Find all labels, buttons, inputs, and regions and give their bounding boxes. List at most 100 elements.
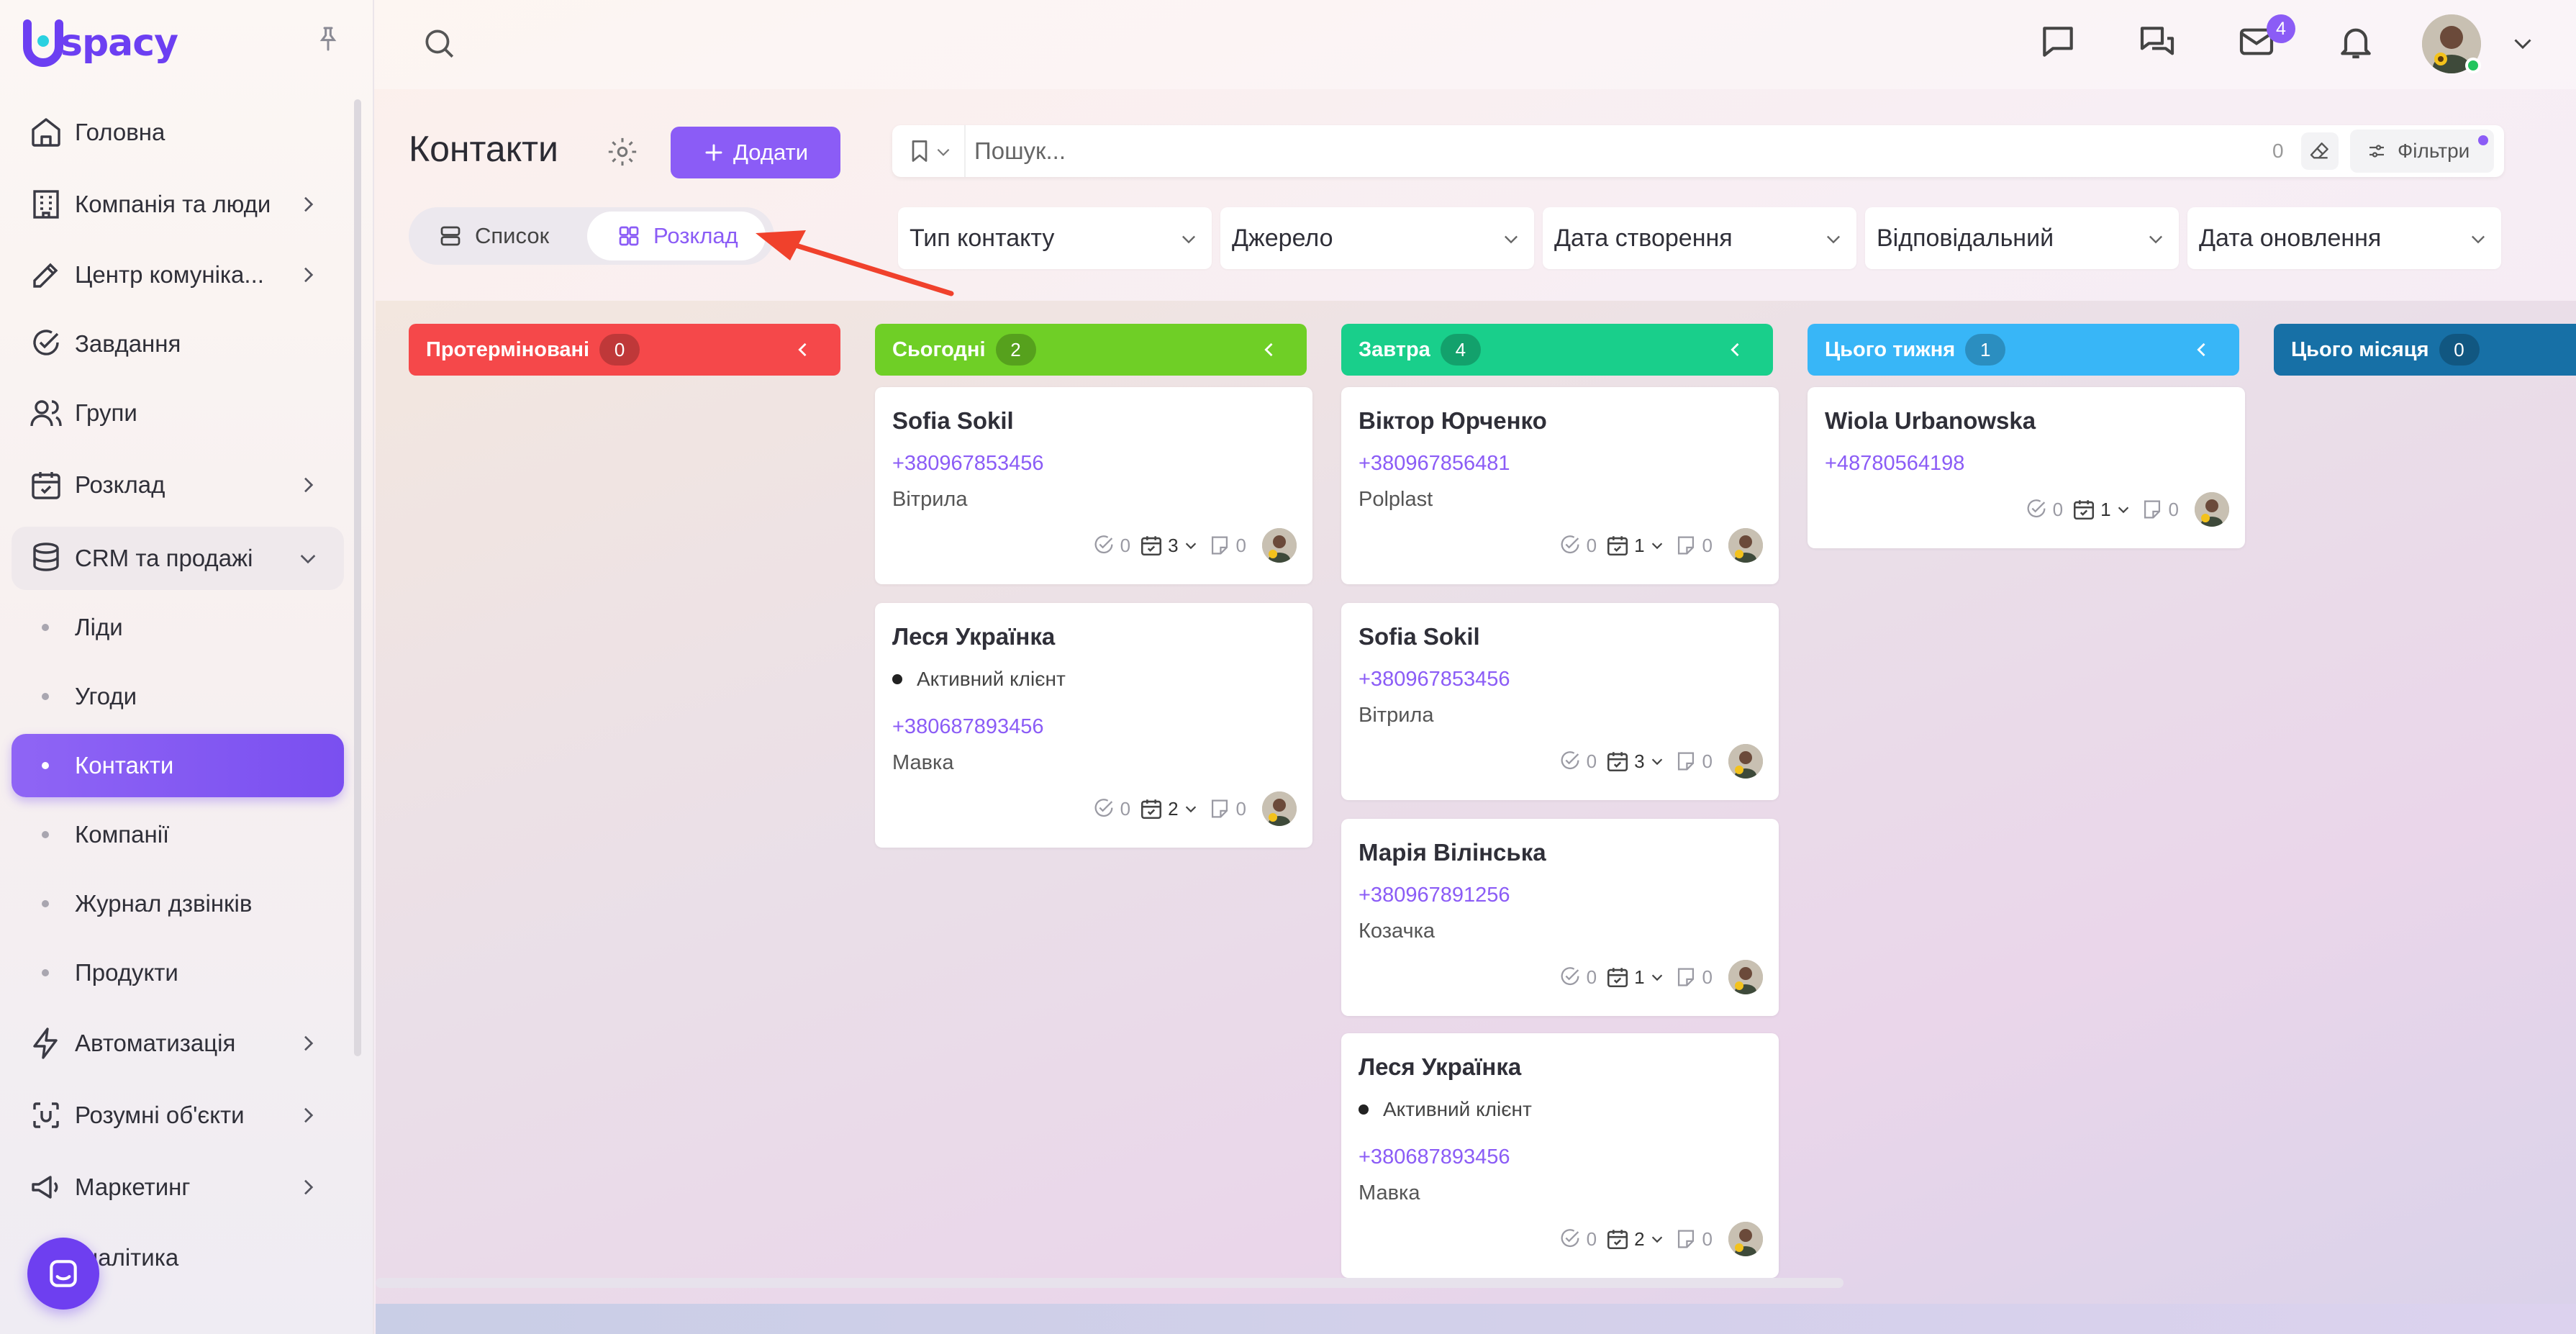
assignee-avatar[interactable] (1728, 528, 1763, 563)
contact-phone[interactable]: +380967853456 (1359, 668, 1510, 691)
contact-card[interactable]: Леся Українка Активний клієнт +380687893… (875, 603, 1312, 848)
chevron-down-icon[interactable] (934, 142, 953, 161)
notes-counter[interactable]: 0 (1207, 533, 1246, 558)
column-header-overdue[interactable]: Протерміновані 0 (409, 324, 840, 376)
events-counter[interactable]: 2 (1139, 797, 1198, 821)
filters-button[interactable]: Фільтри (2350, 130, 2494, 173)
tasks-counter[interactable]: 0 (1558, 533, 1597, 558)
sidebar-item-automation[interactable]: Автоматизація (12, 1012, 344, 1075)
events-counter[interactable]: 1 (2072, 497, 2131, 522)
tasks-counter[interactable]: 0 (1558, 965, 1597, 989)
add-button[interactable]: Додати (671, 127, 840, 178)
assignee-avatar[interactable] (2195, 492, 2229, 527)
sidebar-subitem-companies[interactable]: Компанії (12, 803, 344, 866)
assignee-avatar[interactable] (1728, 1222, 1763, 1256)
contact-phone[interactable]: +380967891256 (1359, 884, 1510, 907)
avatar-image-icon (1728, 744, 1763, 779)
events-counter[interactable]: 3 (1605, 749, 1664, 773)
events-counter[interactable]: 3 (1139, 533, 1198, 558)
contact-phone[interactable]: +380687893456 (892, 715, 1043, 739)
notes-counter[interactable]: 0 (1674, 533, 1713, 558)
column-header-today[interactable]: Сьогодні 2 (875, 324, 1307, 376)
chats-icon[interactable] (2137, 22, 2177, 62)
sidebar-scrollbar[interactable] (354, 99, 361, 1056)
notes-counter[interactable]: 0 (1674, 749, 1713, 773)
tasks-count: 0 (1120, 534, 1131, 556)
assignee-avatar[interactable] (1728, 744, 1763, 779)
notes-counter[interactable]: 0 (1674, 1227, 1713, 1251)
sidebar-subitem-call-log[interactable]: Журнал дзвінків (12, 872, 344, 935)
contact-card[interactable]: Sofia Sokil +380967853456 Вітрила 0 3 0 (875, 387, 1312, 584)
sidebar-item-smart-objects[interactable]: Розумні об'єкти (12, 1084, 344, 1147)
sidebar-item-tasks[interactable]: Завдання (12, 312, 344, 376)
tasks-counter[interactable]: 0 (1092, 533, 1130, 558)
bookmark-icon[interactable] (907, 138, 933, 164)
assignee-avatar[interactable] (1262, 791, 1297, 826)
notes-counter[interactable]: 0 (1674, 965, 1713, 989)
message-icon[interactable] (2038, 22, 2078, 62)
tasks-counter[interactable]: 0 (1558, 749, 1597, 773)
eraser-icon (2310, 142, 2328, 159)
events-counter[interactable]: 2 (1605, 1227, 1664, 1251)
clear-search-button[interactable] (2301, 132, 2339, 170)
chevron-left-icon[interactable] (793, 340, 813, 360)
search-input[interactable] (974, 134, 2198, 168)
assignee-avatar[interactable] (1262, 528, 1297, 563)
sidebar-subitem-leads[interactable]: Ліди (12, 596, 344, 659)
sidebar-item-marketing[interactable]: Маркетинг (12, 1156, 344, 1219)
filter-responsible[interactable]: Відповідальний (1865, 207, 2179, 269)
column-header-this-week[interactable]: Цього тижня 1 (1808, 324, 2239, 376)
column-header-tomorrow[interactable]: Завтра 4 (1341, 324, 1773, 376)
gear-icon[interactable] (606, 135, 639, 168)
contact-card[interactable]: Марія Вілінська +380967891256 Козачка 0 … (1341, 819, 1779, 1016)
contact-phone[interactable]: +380687893456 (1359, 1145, 1510, 1169)
column-header-this-month[interactable]: Цього місяця 0 (2274, 324, 2576, 376)
events-counter[interactable]: 1 (1605, 965, 1664, 989)
chevron-left-icon[interactable] (2192, 340, 2212, 360)
pin-icon[interactable] (314, 24, 343, 53)
filter-source[interactable]: Джерело (1220, 207, 1534, 269)
contact-card[interactable]: Леся Українка Активний клієнт +380687893… (1341, 1033, 1779, 1278)
sidebar-item-communications[interactable]: Центр комуніка... (12, 243, 344, 307)
chevron-down-icon[interactable] (2510, 30, 2536, 56)
chevron-left-icon[interactable] (1259, 340, 1279, 360)
events-counter[interactable]: 1 (1605, 533, 1664, 558)
chevron-down-icon (2118, 507, 2128, 514)
chevron-down-icon (1185, 806, 1196, 813)
contact-card[interactable]: Віктор Юрченко +380967856481 Polplast 0 … (1341, 387, 1779, 584)
filter-created-date[interactable]: Дата створення (1543, 207, 1856, 269)
contact-card[interactable]: Sofia Sokil +380967853456 Вітрила 0 3 0 (1341, 603, 1779, 800)
contact-phone[interactable]: +380967856481 (1359, 452, 1510, 476)
sidebar-item-crm[interactable]: CRM та продажі (12, 527, 344, 590)
contact-phone[interactable]: +380967853456 (892, 452, 1043, 476)
chat-widget-button[interactable] (27, 1238, 99, 1310)
board-bottom-area (376, 1304, 2576, 1334)
calendar-check-icon (1607, 1230, 1628, 1250)
sidebar-subitem-products[interactable]: Продукти (12, 941, 344, 1004)
tasks-counter[interactable]: 0 (2024, 497, 2063, 522)
search-icon[interactable] (421, 25, 457, 61)
sidebar-subitem-contacts[interactable]: Контакти (12, 734, 344, 797)
events-count: 1 (1634, 966, 1645, 988)
chevron-left-icon[interactable] (1725, 340, 1746, 360)
mail-badge: 4 (2267, 14, 2295, 43)
notes-counter[interactable]: 0 (2140, 497, 2179, 522)
view-list-button[interactable]: Список (437, 212, 549, 260)
sidebar-item-home[interactable]: Головна (12, 101, 344, 164)
assignee-avatar[interactable] (1728, 960, 1763, 994)
sidebar-item-groups[interactable]: Групи (12, 381, 344, 445)
contact-phone[interactable]: +48780564198 (1825, 452, 1964, 476)
sidebar-subitem-deals[interactable]: Угоди (12, 665, 344, 728)
sidebar-subitem-label: Компанії (75, 821, 170, 848)
horizontal-scrollbar[interactable] (376, 1278, 1843, 1288)
tasks-counter[interactable]: 0 (1092, 797, 1130, 821)
contact-card[interactable]: Wiola Urbanowska +48780564198 0 1 0 (1808, 387, 2245, 548)
sidebar-item-schedule[interactable]: Розклад (12, 453, 344, 517)
tasks-counter[interactable]: 0 (1558, 1227, 1597, 1251)
logo[interactable]: spacy (22, 16, 178, 71)
bell-icon[interactable] (2336, 22, 2376, 62)
notes-counter[interactable]: 0 (1207, 797, 1246, 821)
sidebar-item-label: Розклад (75, 471, 165, 498)
sidebar-item-company[interactable]: Компанія та люди (12, 173, 344, 236)
filter-updated-date[interactable]: Дата оновлення (2187, 207, 2501, 269)
